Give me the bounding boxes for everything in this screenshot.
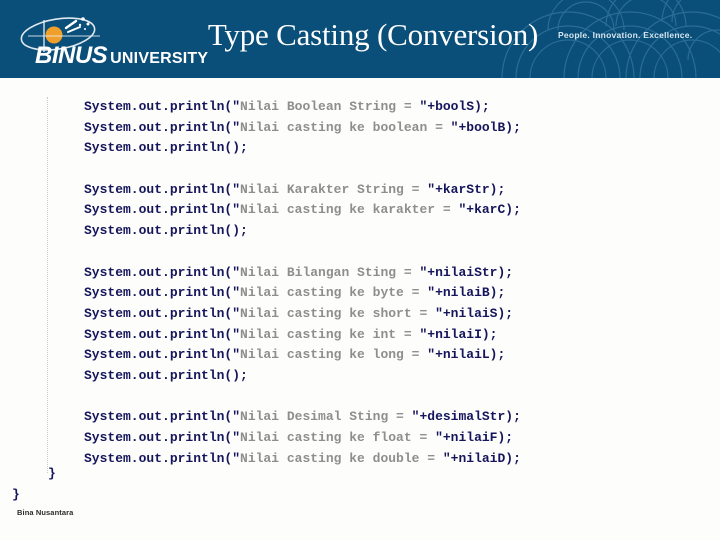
code-line: System.out.println("Nilai Bilangan Sting… [84,263,521,284]
code-token: System.out.println(" [84,347,241,363]
code-token: "+nilaiS); [435,305,514,321]
code-line: System.out.println("Nilai Karakter Strin… [84,180,521,201]
code-token: System.out.println(); [84,223,248,239]
code-token: System.out.println(" [84,409,241,425]
string-literal: Nilai casting ke long = [240,347,428,363]
code-token: System.out.println(" [84,181,241,197]
slide-header: BINUS UNIVERSITY Type Casting (Conversion… [0,0,720,78]
indent-guide-line [47,97,48,473]
string-literal: Nilai casting ke boolean = [240,119,451,135]
page-title: Type Casting (Conversion) [207,17,539,52]
code-token: System.out.println(" [84,264,241,280]
slide-content: System.out.println("Nilai Boolean String… [0,78,720,540]
footer-label: Bina Nusantara [17,508,74,517]
code-line: System.out.println(); [84,138,521,159]
code-token: System.out.println(" [84,285,241,301]
code-token: "+nilaiL); [427,347,506,363]
string-literal: Nilai casting ke float = [240,430,436,445]
string-literal: Nilai casting ke byte = [240,285,428,301]
code-line: System.out.println(); [84,221,521,242]
code-token: System.out.println(" [84,450,241,466]
string-literal: Nilai casting ke karakter = [240,202,459,218]
header-tagline: People. Innovation. Excellence. [558,30,693,40]
string-literal: Nilai Boolean String = [240,99,420,114]
string-literal: Nilai casting ke double = [240,450,443,466]
code-token: "+nilaiB); [427,285,506,301]
string-literal: Nilai Desimal Sting = [240,409,412,425]
code-token: "+nilaiD); [442,450,521,466]
closing-brace-outer: } [12,487,20,502]
code-line: System.out.println("Nilai casting ke byt… [84,283,521,304]
code-line: System.out.println("Nilai Boolean String… [84,97,521,118]
string-literal: Nilai Bilangan Sting = [240,264,420,280]
code-token: System.out.println(" [84,99,241,114]
code-line: System.out.println("Nilai casting ke int… [84,325,521,346]
code-line: System.out.println("Nilai Desimal Sting … [84,407,521,428]
string-literal: Nilai casting ke int = [240,326,420,342]
code-token: System.out.println(); [84,367,248,383]
code-token: "+karC); [458,202,521,218]
code-token: System.out.println(" [84,119,241,135]
code-token: System.out.println(" [84,430,241,445]
code-token: "+desimalStr); [411,409,521,425]
java-code-listing: System.out.println("Nilai Boolean String… [84,97,521,469]
closing-brace-inner: } [48,466,56,481]
code-line: System.out.println("Nilai casting ke boo… [84,118,521,139]
code-line: System.out.println("Nilai casting ke sho… [84,304,521,325]
code-token: "+karStr); [427,181,506,197]
code-token: "+nilaiF); [435,430,514,445]
code-line: System.out.println("Nilai casting ke dou… [84,449,521,470]
code-token: System.out.println(); [84,140,248,156]
code-line: System.out.println(); [84,366,521,387]
string-literal: Nilai casting ke short = [240,305,436,321]
code-token: "+boolS); [419,99,490,114]
code-token: System.out.println(" [84,326,241,342]
code-token: "+nilaiI); [419,326,498,342]
code-token: "+nilaiStr); [419,264,514,280]
code-token: "+boolB); [450,119,521,135]
code-line: System.out.println("Nilai casting ke kar… [84,200,521,221]
code-token: System.out.println(" [84,202,241,218]
code-line: System.out.println("Nilai casting ke lon… [84,345,521,366]
code-line: System.out.println("Nilai casting ke flo… [84,428,521,449]
string-literal: Nilai Karakter String = [240,181,428,197]
logo-brand-text: BINUS [35,42,108,69]
code-token: System.out.println(" [84,305,241,321]
